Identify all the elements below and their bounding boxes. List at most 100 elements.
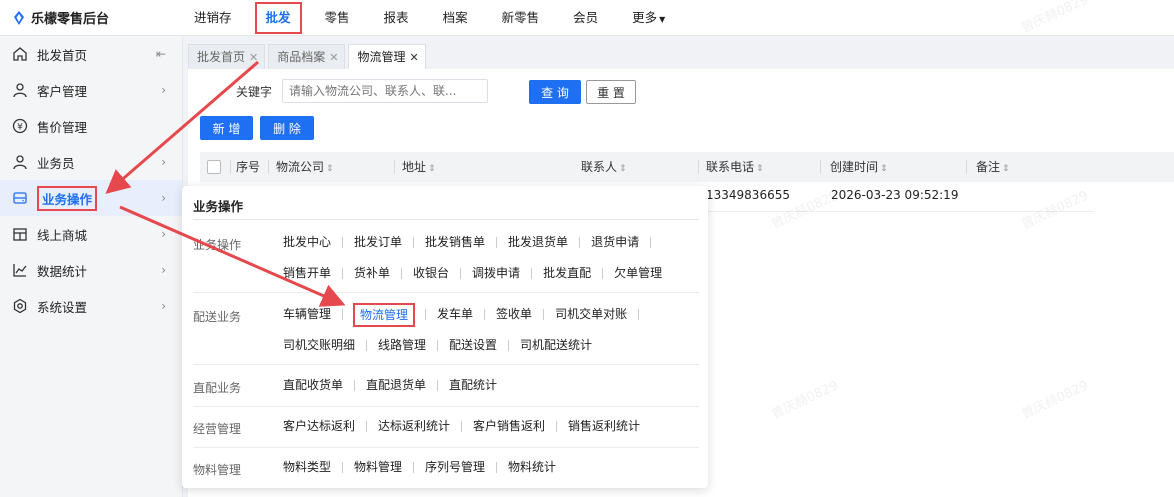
menu-link[interactable]: 欠单管理 xyxy=(613,258,663,289)
menu-link-label: 签收单 xyxy=(496,307,533,321)
separator xyxy=(354,380,356,391)
nav-item-more[interactable]: 更多 ▼ xyxy=(621,0,676,36)
sidebar-item-wholesale-home[interactable]: 批发首页 ⇤ xyxy=(0,36,182,72)
menu-link[interactable]: 客户销售返利 xyxy=(472,411,567,442)
menu-link-label: 欠单管理 xyxy=(614,266,663,280)
column-index: 序号 xyxy=(236,160,261,174)
sort-icon[interactable]: ⇕ xyxy=(756,164,764,174)
menu-link-label: 配送设置 xyxy=(449,338,498,352)
menu-link[interactable]: 调拨申请 xyxy=(471,258,542,289)
column-phone[interactable]: 联系电话 ⇕ xyxy=(706,152,764,182)
nav-item-retail[interactable]: 零售 xyxy=(314,0,361,36)
menu-link[interactable]: 批发直配 xyxy=(542,258,613,289)
sidebar-item-settings[interactable]: 系统设置 › xyxy=(0,288,182,324)
divider xyxy=(193,406,699,407)
sidebar-item-online-store[interactable]: 线上商城 › xyxy=(0,216,182,252)
menu-link[interactable]: 退货申请 xyxy=(590,227,661,258)
menu-link[interactable]: 司机交单对账 xyxy=(554,299,649,330)
sort-icon[interactable]: ⇕ xyxy=(1002,164,1010,174)
menu-link-label: 批发直配 xyxy=(543,266,592,280)
column-divider xyxy=(698,160,699,174)
sort-icon[interactable]: ⇕ xyxy=(619,164,627,174)
menu-link[interactable]: 车辆管理 xyxy=(282,299,353,330)
menu-link[interactable]: 发车单 xyxy=(436,299,495,330)
column-contact[interactable]: 联系人 ⇕ xyxy=(581,152,627,182)
menu-link[interactable]: 销售开单 xyxy=(282,258,353,289)
menu-link-logistics[interactable]: 物流管理 xyxy=(353,299,436,330)
sidebar-item-customers[interactable]: 客户管理 › xyxy=(0,72,182,108)
nav-item-member[interactable]: 会员 xyxy=(562,0,609,36)
menu-link[interactable]: 直配退货单 xyxy=(365,370,448,401)
menu-link-label: 直配收货单 xyxy=(283,378,344,392)
menu-group-business: 业务操作 批发中心 批发订单 批发销售单 批发退货单 退货申请 销售开单 货补单… xyxy=(193,227,699,293)
sidebar-item-pricing[interactable]: ¥ 售价管理 xyxy=(0,108,182,144)
menu-link[interactable]: 物料统计 xyxy=(507,452,557,483)
add-button[interactable]: 新 增 xyxy=(200,116,253,140)
menu-link[interactable]: 配送设置 xyxy=(448,330,519,361)
nav-item-archive[interactable]: 档案 xyxy=(432,0,479,36)
group-links: 车辆管理 物流管理 发车单 签收单 司机交单对账 司机交账明细 线路管理 配送设… xyxy=(282,299,702,361)
menu-link[interactable]: 司机配送统计 xyxy=(519,330,593,361)
menu-link[interactable]: 线路管理 xyxy=(377,330,448,361)
sort-icon[interactable]: ⇕ xyxy=(428,164,436,174)
group-label: 经营管理 xyxy=(193,422,242,436)
menu-link[interactable]: 达标返利统计 xyxy=(377,411,472,442)
watermark: 曾庆赫0829 xyxy=(1019,378,1091,423)
tab-wholesale-home[interactable]: 批发首页 ✕ xyxy=(188,44,266,70)
menu-link[interactable]: 签收单 xyxy=(495,299,554,330)
menu-link[interactable]: 直配收货单 xyxy=(282,370,365,401)
sidebar-item-label: 业务员 xyxy=(37,155,75,171)
brand[interactable]: 乐檬零售后台 xyxy=(0,8,180,27)
close-icon[interactable]: ✕ xyxy=(249,51,258,64)
separator xyxy=(342,309,344,320)
column-created[interactable]: 创建时间 ⇕ xyxy=(830,152,888,182)
tab-logistics[interactable]: 物流管理 ✕ xyxy=(348,44,426,70)
menu-link[interactable]: 批发订单 xyxy=(353,227,424,258)
nav-item-reports[interactable]: 报表 xyxy=(373,0,420,36)
keyword-input[interactable] xyxy=(282,79,489,103)
separator xyxy=(437,340,439,351)
tab-product-archive[interactable]: 商品档案 ✕ xyxy=(268,44,346,70)
menu-link[interactable]: 物料管理 xyxy=(353,452,424,483)
menu-link[interactable]: 货补单 xyxy=(353,258,412,289)
nav-item-new-retail[interactable]: 新零售 xyxy=(491,0,551,36)
sort-icon[interactable]: ⇕ xyxy=(326,164,334,174)
menu-link-label: 调拨申请 xyxy=(472,266,521,280)
chevron-right-icon: › xyxy=(161,263,166,277)
menu-link[interactable]: 客户达标返利 xyxy=(282,411,377,442)
menu-link[interactable]: 司机交账明细 xyxy=(282,330,377,361)
menu-link[interactable]: 销售返利统计 xyxy=(567,411,641,442)
query-button[interactable]: 查 询 xyxy=(529,80,581,104)
delete-button[interactable]: 删 除 xyxy=(260,116,314,140)
group-links: 直配收货单 直配退货单 直配统计 xyxy=(282,370,702,401)
sidebar-item-statistics[interactable]: 数据统计 › xyxy=(0,252,182,288)
menu-link-label: 客户达标返利 xyxy=(283,419,356,433)
column-company[interactable]: 物流公司 ⇕ xyxy=(276,152,334,182)
select-all-checkbox[interactable] xyxy=(207,160,221,174)
close-icon[interactable]: ✕ xyxy=(409,51,418,64)
column-remark[interactable]: 备注 ⇕ xyxy=(976,152,1010,182)
collapse-icon[interactable]: ⇤ xyxy=(156,47,166,61)
menu-link[interactable]: 物料类型 xyxy=(282,452,353,483)
sort-icon[interactable]: ⇕ xyxy=(880,164,888,174)
menu-link[interactable]: 收银台 xyxy=(412,258,471,289)
menu-link[interactable]: 直配统计 xyxy=(448,370,498,401)
close-icon[interactable]: ✕ xyxy=(329,51,338,64)
sidebar-item-label: 系统设置 xyxy=(37,299,88,315)
menu-link[interactable]: 批发中心 xyxy=(282,227,353,258)
separator xyxy=(366,421,368,432)
sidebar-item-label: 售价管理 xyxy=(37,119,88,135)
sidebar-item-business-ops[interactable]: 业务操作 › xyxy=(0,180,182,216)
menu-link[interactable]: 批发退货单 xyxy=(507,227,590,258)
column-address[interactable]: 地址 ⇕ xyxy=(402,152,436,182)
menu-link[interactable]: 批发销售单 xyxy=(424,227,507,258)
menu-link-label: 司机交账明细 xyxy=(283,338,356,352)
menu-link[interactable]: 序列号管理 xyxy=(424,452,507,483)
nav-item-wholesale[interactable]: 批发 xyxy=(254,1,302,34)
reset-button[interactable]: 重 置 xyxy=(586,80,636,104)
sidebar-item-salesperson[interactable]: 业务员 › xyxy=(0,144,182,180)
menu-link-label: 批发退货单 xyxy=(508,235,569,249)
separator xyxy=(650,237,652,248)
nav-item-inventory[interactable]: 进销存 xyxy=(183,0,243,36)
menu-link-label: 发车单 xyxy=(437,307,474,321)
